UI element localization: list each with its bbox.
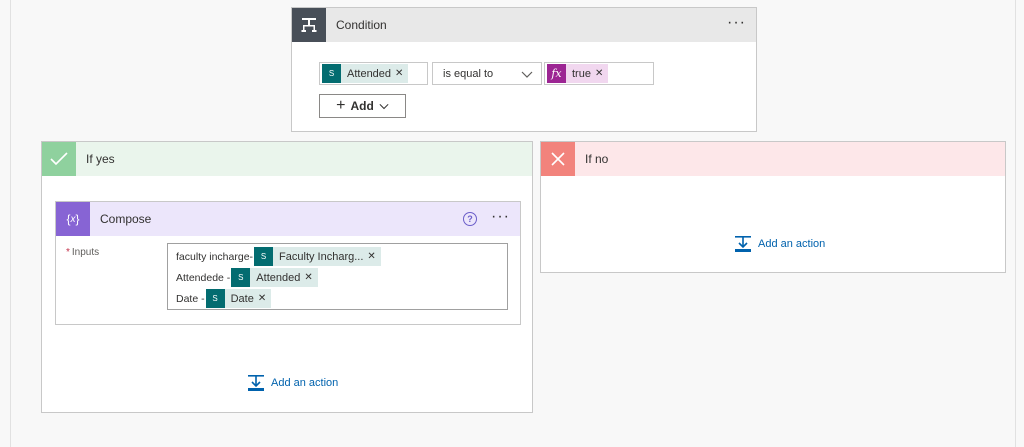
inputs-label: * Inputs [66, 247, 99, 258]
add-action-button[interactable]: Add an action [734, 235, 825, 253]
expression-fx-icon: fx [547, 64, 566, 83]
remove-token-icon[interactable]: ✕ [367, 251, 380, 262]
add-action-icon [248, 375, 264, 391]
remove-token-icon[interactable]: ✕ [304, 272, 317, 283]
compose-title: Compose [100, 212, 152, 226]
add-action-label: Add an action [758, 238, 826, 250]
inputs-line: faculty incharge- S Faculty Incharg... ✕ [176, 247, 381, 266]
attended-token[interactable]: S Attended ✕ [322, 64, 409, 83]
if-yes-branch: If yes {x} Compose ? ··· * Inputs faculty… [41, 141, 533, 413]
inputs-line: Attendede - S Attended ✕ [176, 268, 318, 287]
remove-token-icon[interactable]: ✕ [395, 68, 408, 79]
add-action-icon [735, 236, 751, 252]
condition-icon [292, 8, 326, 42]
line-text: Date - [176, 292, 205, 305]
chevron-down-icon [521, 71, 533, 78]
expression-token-label: true [572, 67, 591, 80]
line-text: faculty incharge- [176, 250, 254, 263]
condition-right-operand[interactable]: fx true ✕ [544, 62, 654, 85]
compose-header[interactable]: {x} Compose ? ··· [56, 202, 520, 236]
sharepoint-icon: S [205, 289, 225, 308]
help-icon[interactable]: ? [463, 212, 477, 226]
close-icon [541, 142, 575, 176]
condition-left-operand[interactable]: S Attended ✕ [319, 62, 428, 85]
compose-icon: {x} [56, 202, 90, 236]
if-yes-title: If yes [86, 152, 115, 166]
sharepoint-icon: S [254, 247, 274, 266]
token-label: Attended [256, 271, 301, 284]
line-text: Attendede - [176, 271, 231, 284]
sharepoint-icon: S [322, 64, 341, 83]
attended-token[interactable]: S Attended ✕ [231, 268, 318, 287]
add-action-button[interactable]: Add an action [247, 374, 338, 392]
plus-icon: + [336, 97, 346, 114]
check-icon [42, 142, 76, 176]
token-label: Date [230, 292, 254, 305]
add-action-label: Add an action [271, 377, 339, 389]
condition-title: Condition [336, 18, 387, 32]
attended-token-label: Attended [347, 67, 392, 80]
inputs-label-text: Inputs [71, 247, 100, 258]
condition-header[interactable]: Condition ··· [292, 8, 756, 42]
remove-token-icon[interactable]: ✕ [258, 293, 271, 304]
flow-canvas: Condition ··· S Attended ✕ is equal to f… [10, 0, 1016, 447]
inputs-field[interactable]: faculty incharge- S Faculty Incharg... ✕… [167, 243, 508, 310]
required-mark: * [66, 247, 70, 258]
condition-card: Condition ··· S Attended ✕ is equal to f… [291, 7, 757, 132]
if-yes-header: If yes [42, 142, 532, 176]
if-no-title: If no [585, 152, 609, 166]
if-no-header: If no [541, 142, 1005, 176]
inputs-line: Date - S Date ✕ [176, 289, 272, 308]
token-label: Faculty Incharg... [279, 250, 364, 263]
add-row-button[interactable]: + Add [319, 94, 406, 118]
sharepoint-icon: S [231, 268, 251, 287]
compose-more-button[interactable]: ··· [491, 209, 510, 225]
if-no-branch: If no Add an action [540, 141, 1006, 273]
chevron-down-icon [379, 103, 389, 110]
condition-more-button[interactable]: ··· [727, 15, 746, 31]
operator-select[interactable]: is equal to [432, 62, 542, 85]
expression-token[interactable]: fx true ✕ [547, 64, 609, 83]
operator-value: is equal to [443, 67, 494, 80]
date-token[interactable]: S Date ✕ [205, 289, 272, 308]
add-label: Add [350, 99, 374, 113]
remove-token-icon[interactable]: ✕ [595, 68, 608, 79]
compose-card: {x} Compose ? ··· * Inputs faculty inchar… [55, 201, 521, 325]
faculty-incharge-token[interactable]: S Faculty Incharg... ✕ [254, 247, 381, 266]
